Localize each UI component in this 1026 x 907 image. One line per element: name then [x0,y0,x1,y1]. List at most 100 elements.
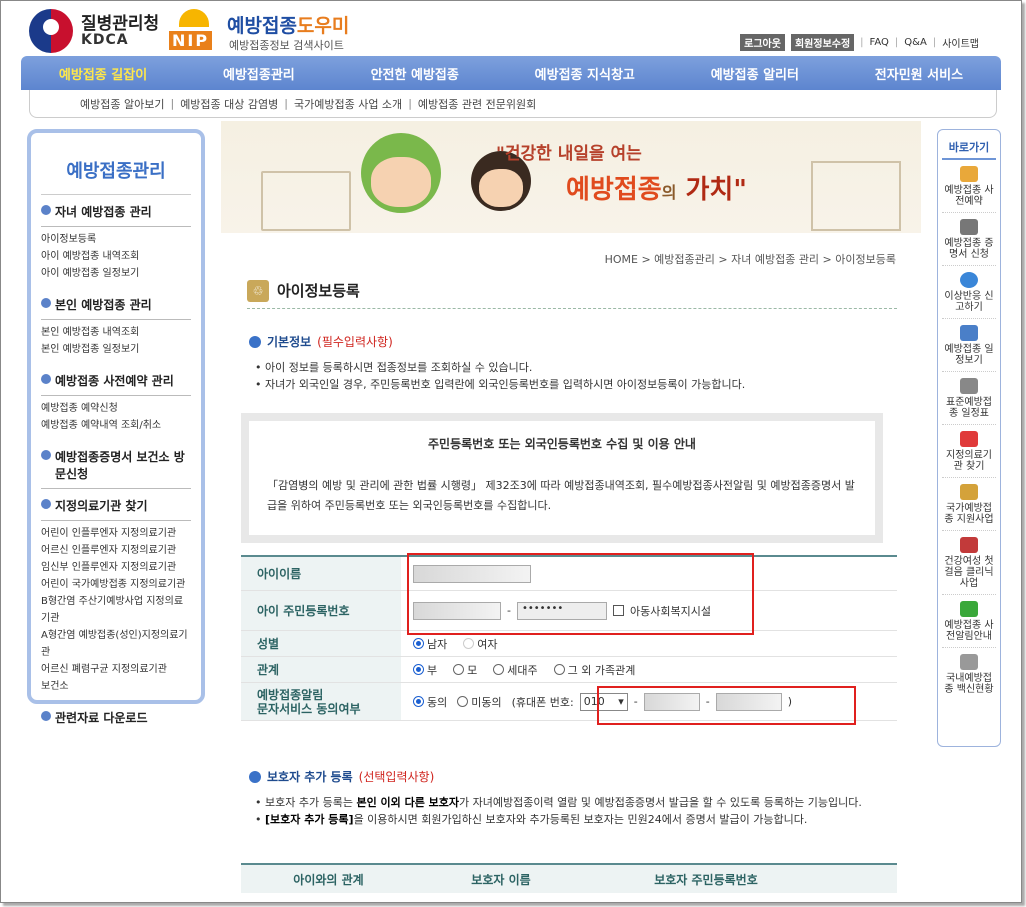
page-banner: "건강한 내일을 여는 예방접종의 가치" [221,121,921,233]
separator: | [408,97,412,110]
quick-item-notification[interactable]: 예방접종 사전알림안내 [942,595,996,648]
quick-item-find-clinic[interactable]: 지정의료기관 찾기 [942,425,996,478]
subnav-item[interactable]: 예방접종 대상 감염병 [180,96,278,112]
sms-agree-radio[interactable]: 동의 [413,694,447,710]
optional-note: (선택입력사항) [358,770,435,784]
subnav-item[interactable]: 예방접종 알아보기 [80,96,164,112]
notice-title: 주민등록번호 또는 외국인등록번호 수집 및 이용 안내 [428,437,696,451]
quick-item-vaccine-status[interactable]: 국내예방접종 백신현황 [942,648,996,700]
member-edit-button[interactable]: 회원정보수정 [790,34,855,51]
house-illustration [811,161,901,231]
sms-disagree-radio[interactable]: 미동의 [457,694,502,710]
sidebar-item[interactable]: 아이 예방접종 내역조회 [41,248,191,265]
sidebar-section[interactable]: 자녀 예방접종 관리 [41,195,191,227]
relation-householder-radio[interactable]: 세대주 [493,662,538,678]
document-icon [960,484,978,500]
subnav-item[interactable]: 예방접종 관련 전문위원회 [418,96,536,112]
sidebar-section[interactable]: 지정의료기관 찾기 [41,489,191,521]
relation-other-radio[interactable]: 그 외 가족관계 [553,662,635,678]
org-name: 질병관리청 [81,14,160,34]
banner-slogan-main: 예방접종의 가치" [566,169,747,206]
house-illustration [261,171,351,231]
hospital-icon [960,431,978,447]
logout-button[interactable]: 로그아웃 [740,34,785,51]
guardian-bullets: • 보호자 추가 등록는 본인 이외 다른 보호자가 자녀예방접종이력 열람 및… [255,795,895,827]
relation-mother-radio[interactable]: 모 [453,662,477,678]
sidebar-item[interactable]: B형간염 주산기예방사업 지정의료기관 [41,593,191,627]
quick-item-label: 예방접종 증명서 신청 [944,238,994,260]
sidebar-item[interactable]: 임신부 인플루엔자 지정의료기관 [41,559,191,576]
separator: | [894,37,899,48]
sidebar-item[interactable]: A형간염 예방접종(성인)지정의료기관 [41,627,191,661]
quick-item-label: 이상반응 신고하기 [944,291,994,313]
quick-item-standard-schedule[interactable]: 표준예방접종 일정표 [942,372,996,425]
relation-father-radio[interactable]: 부 [413,662,437,678]
bullet-text: 아이 정보를 등록하시면 접종정보를 조회하실 수 있습니다. [265,361,533,374]
sidebar-item[interactable]: 아이정보등록 [41,231,191,248]
sidebar-section[interactable]: 관련자료 다운로드 [41,701,191,732]
gender-label: 성별 [241,631,401,656]
bullet-item: • 보호자 추가 등록는 본인 이외 다른 보호자가 자녀예방접종이력 열람 및… [255,796,862,809]
sidebar-section[interactable]: 예방접종증명서 보건소 방문신청 [41,440,191,489]
required-note: (필수입력사항) [317,335,393,349]
qna-link[interactable]: Q&A [904,37,927,48]
highlight-box-phone [597,686,856,725]
gender-male-radio[interactable]: 남자 [413,636,447,652]
sidebar-title: 예방접종관리 [41,133,191,195]
nav-safe-vaccination[interactable]: 안전한 예방접종 [371,64,459,83]
sun-icon [179,9,209,27]
quick-item-label: 국가예방접종 지원사업 [944,503,994,525]
quick-item-reservation[interactable]: 예방접종 사전예약 [942,160,996,213]
sidebar-item[interactable]: 어르신 인플루엔자 지정의료기관 [41,542,191,559]
main-content: HOME > 예방접종관리 > 자녀 예방접종 관리 > 아이정보등록 ♲ 아이… [221,233,921,902]
bullet-item: • 아이 정보를 등록하시면 접종정보를 조회하실 수 있습니다. [255,361,533,374]
banner-slogan-particle: 의 [661,183,677,202]
faq-link[interactable]: FAQ [870,37,889,48]
nav-vaccination-guide[interactable]: 예방접종 길잡이 [59,64,147,83]
column-header: 보호자 이름 [471,872,531,887]
bullet-item: • 자녀가 외국인일 경우, 주민등록번호 입력란에 외국인등록번호를 입력하시… [255,378,746,391]
sms-label-line: 문자서비스 동의여부 [257,701,361,716]
quick-item-label: 지정의료기관 찾기 [946,450,992,472]
column-header: 아이와의 관계 [293,872,364,887]
quick-item-adverse-report[interactable]: 이상반응 신고하기 [942,266,996,319]
schedule-icon [960,325,978,341]
sidebar-section[interactable]: 예방접종 사전예약 관리 [41,364,191,396]
site-title-main: 예방접종 [227,15,297,37]
sidebar-item[interactable]: 어린이 인플루엔자 지정의료기관 [41,525,191,542]
privacy-notice-box: 주민등록번호 또는 외국인등록번호 수집 및 이용 안내 「감염병의 예방 및 … [249,421,875,535]
sidebar-item[interactable]: 어르신 폐렴구균 지정의료기관 [41,661,191,678]
section-title-text: 보호자 추가 등록 [267,770,353,784]
sidebar-section-title: 예방접종증명서 보건소 방문신청 [55,450,185,481]
quick-item-certificate[interactable]: 예방접종 증명서 신청 [942,213,996,266]
sidebar-item[interactable]: 아이 예방접종 일정보기 [41,265,191,282]
sidebar-item[interactable]: 본인 예방접종 일정보기 [41,341,191,358]
bullet-icon [41,450,51,460]
page-header: ♲ 아이정보등록 [247,273,897,309]
sidebar-item[interactable]: 본인 예방접종 내역조회 [41,324,191,341]
nav-notice[interactable]: 예방접종 알리터 [711,64,799,83]
sidebar-section[interactable]: 본인 예방접종 관리 [41,288,191,320]
column-header: 보호자 주민등록번호 [654,872,758,887]
nav-e-civil-service[interactable]: 전자민원 서비스 [875,64,963,83]
quick-item-support[interactable]: 국가예방접종 지원사업 [942,478,996,531]
breadcrumb: HOME > 예방접종관리 > 자녀 예방접종 관리 > 아이정보등록 [604,253,896,266]
sidebar-item[interactable]: 예방접종 예약내역 조회/취소 [41,417,191,434]
sitemap-link[interactable]: 사이트맵 [942,35,979,50]
sidebar-item[interactable]: 보건소 [41,678,191,695]
quick-item-schedule[interactable]: 예방접종 일정보기 [942,319,996,372]
kdca-logo-icon[interactable] [29,9,73,53]
page-title: 아이정보등록 [277,282,360,300]
nav-vaccination-management[interactable]: 예방접종관리 [223,64,295,83]
sidebar-item[interactable]: 어린이 국가예방접종 지정의료기관 [41,576,191,593]
org-name-en: KDCA [81,32,129,48]
sidebar-item[interactable]: 예방접종 예약신청 [41,400,191,417]
site-title[interactable]: 예방접종도우미 [227,11,349,38]
nav-knowledge[interactable]: 예방접종 지식창고 [535,64,635,83]
nip-logo-icon[interactable]: NIP [169,9,219,51]
subnav-item[interactable]: 국가예방접종 사업 소개 [294,96,402,112]
quick-item-label: 건강여성 첫걸음 클리닉사업 [944,556,994,589]
gender-female-radio[interactable]: 여자 [463,636,498,652]
recycle-icon: ♲ [247,279,269,302]
quick-item-women-clinic[interactable]: 건강여성 첫걸음 클리닉사업 [942,531,996,595]
